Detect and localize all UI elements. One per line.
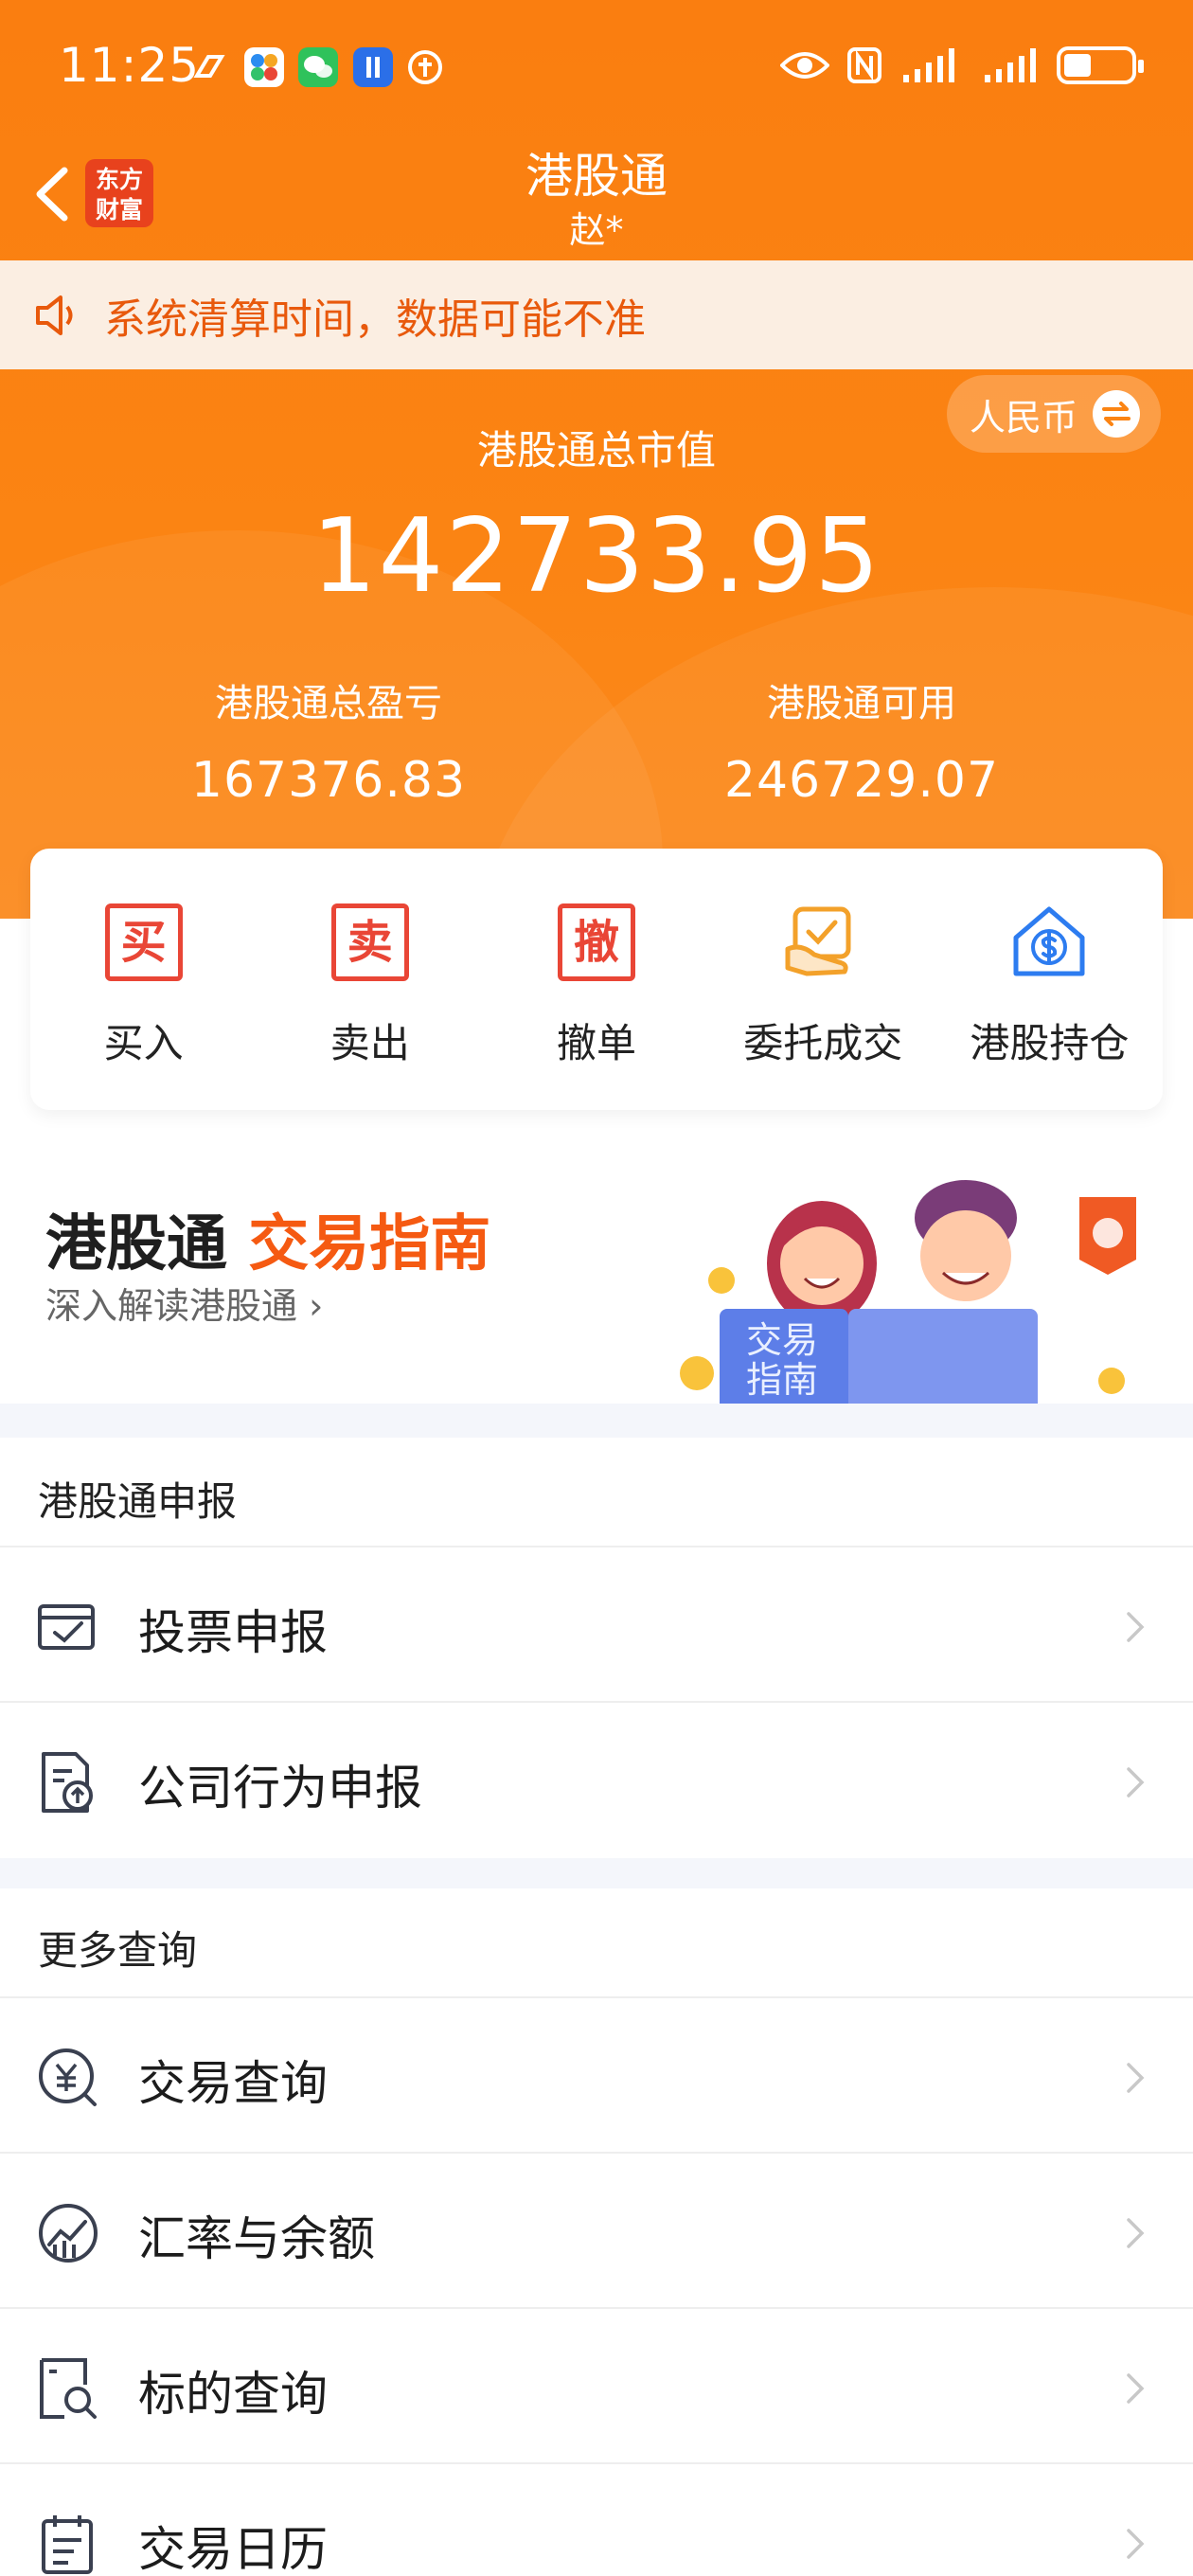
buy-button[interactable]: 买 买入 [30, 849, 257, 1110]
holdings-icon [1008, 902, 1090, 983]
banner-subtitle: 深入解读港股通 › [45, 1277, 323, 1329]
brand-line-2: 财富 [95, 196, 143, 224]
page-title: 港股通 [525, 149, 668, 204]
sell-label: 卖出 [329, 1020, 410, 1066]
list-item-label: 交易日历 [138, 2522, 328, 2576]
pnl-block: 港股通总盈亏 167376.83 [92, 672, 565, 809]
available-block: 港股通可用 246729.07 [625, 672, 1098, 809]
notice-bar: 系统清算时间，数据可能不准 [0, 260, 1193, 369]
list-item-label: 投票申报 [138, 1605, 328, 1660]
query-section-title: 更多查询 [38, 1927, 198, 1974]
list-item-label: 汇率与余额 [138, 2211, 375, 2266]
banner-title-part1: 港股通 [45, 1209, 227, 1279]
back-button[interactable] [27, 161, 83, 227]
list-item-label: 标的查询 [138, 2367, 328, 2422]
target-search-icon [40, 2358, 97, 2419]
app-notification-icon [353, 47, 393, 87]
declaration-section-title: 港股通申报 [38, 1478, 238, 1525]
holdings-button[interactable]: 港股持仓 [936, 849, 1163, 1110]
pnl-label: 港股通总盈亏 [215, 682, 442, 725]
chevron-right-icon: › [297, 1285, 324, 1327]
available-value: 246729.07 [723, 752, 1000, 809]
trading-guide-banner[interactable]: 港股通 交易指南 深入解读港股通 › 交易 指南 [0, 1146, 1193, 1404]
chevron-right-icon [1127, 2373, 1145, 2404]
account-name: 赵* [569, 209, 624, 251]
list-item-trade-calendar[interactable]: 交易日历 [0, 2462, 1193, 2576]
brand-logo: 东方 财富 [85, 159, 153, 227]
list-item-company-action[interactable]: 公司行为申报 [0, 1701, 1193, 1856]
cancel-order-button[interactable]: 撤 撤单 [483, 849, 709, 1110]
orders-button[interactable]: 委托成交 [710, 849, 936, 1110]
notice-text: 系统清算时间，数据可能不准 [104, 295, 646, 344]
market-value-label: 港股通总市值 [476, 427, 716, 474]
section-divider [0, 1404, 1193, 1438]
section-divider [0, 1858, 1193, 1888]
holdings-label: 港股持仓 [970, 1020, 1130, 1066]
chevron-right-icon [1127, 2529, 1145, 2559]
speaker-icon [36, 295, 73, 335]
book-title-line-1: 交易 [746, 1319, 818, 1361]
guide-illustration: 交易 指南 [680, 1180, 1136, 1404]
quick-actions: 买 买入 卖 卖出 撤 撤单 委托成交 港股持仓 [30, 849, 1163, 1110]
wechat-icon [298, 47, 338, 87]
nav-bar: 港股通 赵* 东方 财富 [0, 133, 1193, 260]
list-item-label: 交易查询 [138, 2056, 328, 2111]
chevron-right-icon [1127, 2063, 1145, 2093]
orders-icon [782, 902, 864, 983]
app-notification-icon [405, 47, 445, 87]
eye-icon [780, 52, 829, 79]
list-item-label: 公司行为申报 [138, 1761, 422, 1816]
buy-icon: 买 [103, 902, 185, 983]
banner-subtitle-text: 深入解读港股通 [45, 1285, 298, 1327]
available-label: 港股通可用 [767, 682, 956, 725]
list-item-vote-declaration[interactable]: 投票申报 [0, 1546, 1193, 1701]
chevron-right-icon [1127, 2218, 1145, 2248]
market-value: 142733.95 [311, 497, 882, 616]
sell-icon: 卖 [329, 902, 411, 983]
calendar-icon [42, 2515, 93, 2574]
status-time: 11:25 [59, 38, 201, 93]
yuan-search-icon [39, 2048, 97, 2106]
chevron-left-icon [36, 167, 68, 222]
book-title-line-2: 指南 [746, 1359, 818, 1401]
banner-title-part2: 交易指南 [248, 1209, 491, 1279]
banner-title: 港股通 交易指南 [45, 1195, 490, 1282]
cancel-order-icon: 撤 [556, 902, 637, 983]
chevron-right-icon [1127, 1612, 1145, 1642]
buy-label: 买入 [103, 1020, 184, 1066]
pnl-value: 167376.83 [190, 752, 467, 809]
nfc-icon [847, 47, 881, 83]
cancel-order-label: 撤单 [557, 1020, 637, 1066]
list-item-target-query[interactable]: 标的查询 [0, 2307, 1193, 2462]
vote-icon [38, 1604, 95, 1650]
orders-label: 委托成交 [743, 1020, 903, 1066]
list-item-exchange-rate[interactable]: 汇率与余额 [0, 2152, 1193, 2307]
cancel-glyph: 撤 [558, 903, 635, 981]
chevron-right-icon [1127, 1767, 1145, 1798]
account-header: 11:25 港股通 赵* 东方 财富 系统清算时间，数据可能不准 人民币 港股通… [0, 0, 1193, 919]
app-notification-icon [189, 47, 229, 87]
list-item-trade-query[interactable]: 交易查询 [0, 1996, 1193, 2152]
company-action-icon [42, 1752, 93, 1813]
sell-button[interactable]: 卖 卖出 [257, 849, 483, 1110]
sell-glyph: 卖 [330, 903, 409, 981]
signal-icon [903, 48, 954, 82]
signal-icon [985, 48, 1036, 82]
battery-icon [1057, 46, 1144, 84]
app-notification-icon [244, 47, 284, 87]
brand-line-1: 东方 [95, 166, 143, 193]
status-bar: 11:25 [0, 0, 1193, 133]
buy-glyph: 买 [104, 903, 183, 981]
exchange-rate-icon [39, 2204, 98, 2263]
